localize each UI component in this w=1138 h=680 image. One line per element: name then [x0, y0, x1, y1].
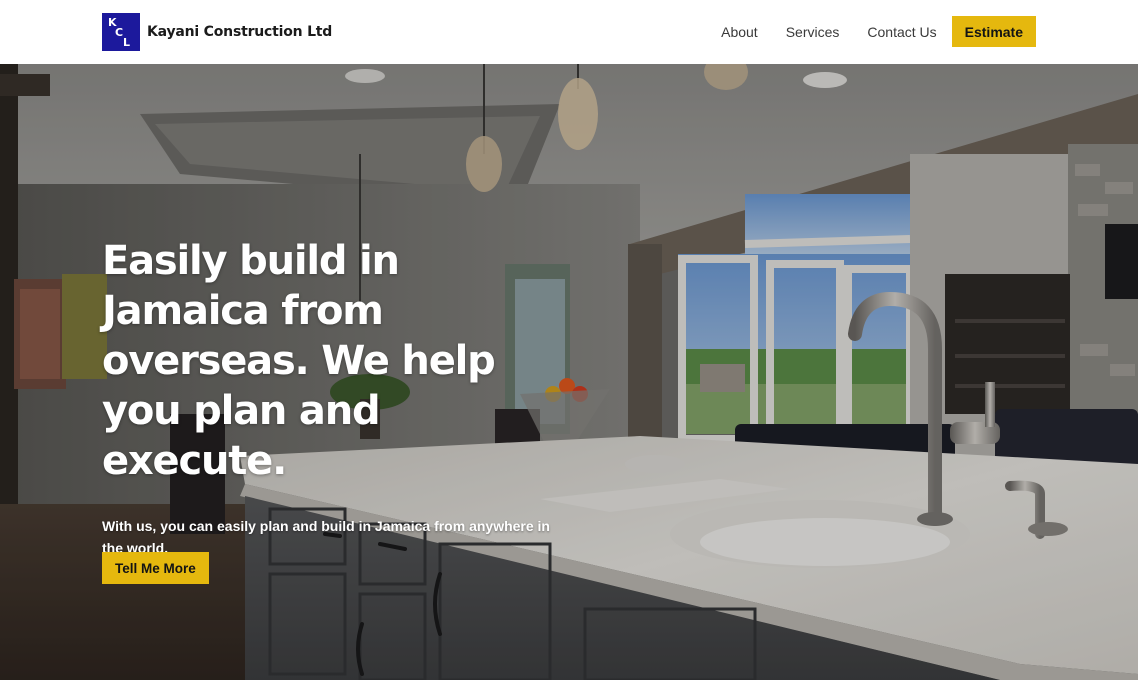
nav-contact-link[interactable]: Contact Us — [867, 24, 936, 40]
brand-name: Kayani Construction Ltd — [147, 24, 333, 40]
main-nav: About Services Contact Us Estimate — [721, 16, 1036, 47]
brand-link[interactable]: K C L Kayani Construction Ltd — [102, 13, 332, 51]
hero-section: Easily build in Jamaica from overseas. W… — [0, 64, 1138, 680]
hero-title: Easily build in Jamaica from overseas. W… — [102, 238, 496, 484]
nav-services-link[interactable]: Services — [786, 24, 840, 40]
nav-about-link[interactable]: About — [721, 24, 758, 40]
site-header: K C L Kayani Construction Ltd About Serv… — [0, 0, 1138, 64]
estimate-button[interactable]: Estimate — [951, 16, 1036, 47]
logo-icon: K C L — [102, 13, 140, 51]
logo-letter: C — [115, 26, 124, 39]
logo-letter: L — [123, 36, 131, 49]
tell-me-more-button[interactable]: Tell Me More — [102, 552, 209, 584]
hero-content: Easily build in Jamaica from overseas. W… — [102, 236, 572, 559]
